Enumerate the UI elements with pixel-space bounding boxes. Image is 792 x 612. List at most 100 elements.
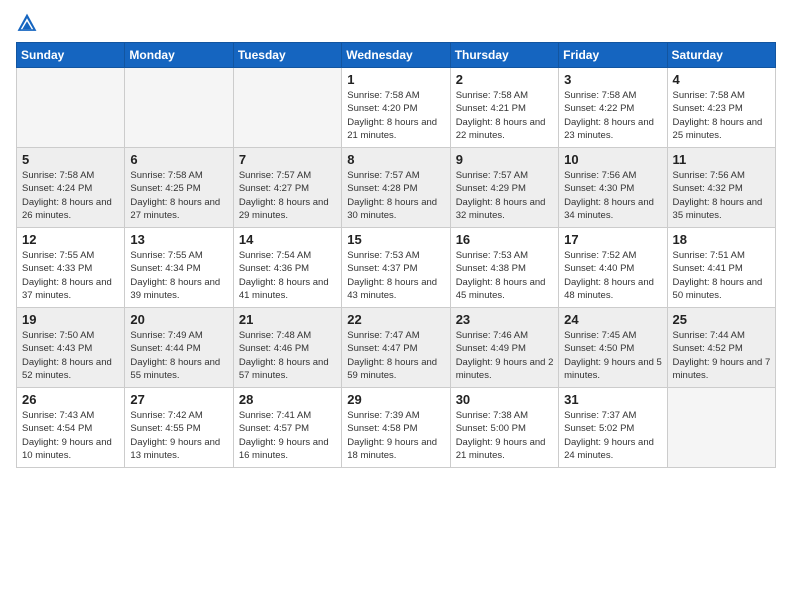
day-info: Sunrise: 7:58 AM Sunset: 4:23 PM Dayligh…: [673, 89, 771, 142]
calendar-cell: 8 Sunrise: 7:57 AM Sunset: 4:28 PM Daylig…: [342, 148, 450, 228]
day-number: 25: [673, 312, 771, 327]
day-info: Sunrise: 7:51 AM Sunset: 4:41 PM Dayligh…: [673, 249, 771, 302]
calendar-cell: 14 Sunrise: 7:54 AM Sunset: 4:36 PM Dayli…: [233, 228, 341, 308]
calendar-cell: 12 Sunrise: 7:55 AM Sunset: 4:33 PM Dayli…: [17, 228, 125, 308]
day-info: Sunrise: 7:58 AM Sunset: 4:20 PM Dayligh…: [347, 89, 445, 142]
day-number: 26: [22, 392, 120, 407]
day-info: Sunrise: 7:56 AM Sunset: 4:30 PM Dayligh…: [564, 169, 662, 222]
day-number: 4: [673, 72, 771, 87]
day-number: 6: [130, 152, 228, 167]
calendar-week-5: 26 Sunrise: 7:43 AM Sunset: 4:54 PM Dayli…: [17, 388, 776, 468]
day-info: Sunrise: 7:58 AM Sunset: 4:25 PM Dayligh…: [130, 169, 228, 222]
day-number: 29: [347, 392, 445, 407]
day-info: Sunrise: 7:37 AM Sunset: 5:02 PM Dayligh…: [564, 409, 662, 462]
day-info: Sunrise: 7:53 AM Sunset: 4:37 PM Dayligh…: [347, 249, 445, 302]
day-number: 23: [456, 312, 554, 327]
header-row: SundayMondayTuesdayWednesdayThursdayFrid…: [17, 43, 776, 68]
day-info: Sunrise: 7:58 AM Sunset: 4:24 PM Dayligh…: [22, 169, 120, 222]
day-info: Sunrise: 7:45 AM Sunset: 4:50 PM Dayligh…: [564, 329, 662, 382]
logo-icon: [16, 12, 38, 34]
day-info: Sunrise: 7:56 AM Sunset: 4:32 PM Dayligh…: [673, 169, 771, 222]
calendar-cell: 20 Sunrise: 7:49 AM Sunset: 4:44 PM Dayli…: [125, 308, 233, 388]
column-header-wednesday: Wednesday: [342, 43, 450, 68]
calendar-week-2: 5 Sunrise: 7:58 AM Sunset: 4:24 PM Daylig…: [17, 148, 776, 228]
day-number: 9: [456, 152, 554, 167]
day-number: 19: [22, 312, 120, 327]
calendar-cell: 24 Sunrise: 7:45 AM Sunset: 4:50 PM Dayli…: [559, 308, 667, 388]
day-info: Sunrise: 7:55 AM Sunset: 4:33 PM Dayligh…: [22, 249, 120, 302]
calendar-cell: 4 Sunrise: 7:58 AM Sunset: 4:23 PM Daylig…: [667, 68, 775, 148]
calendar-cell: 13Sunrise: 7:55 AM Sunset: 4:34 PM Dayli…: [125, 228, 233, 308]
header: [16, 12, 776, 34]
calendar-cell: 31 Sunrise: 7:37 AM Sunset: 5:02 PM Dayli…: [559, 388, 667, 468]
calendar-cell: 22Sunrise: 7:47 AM Sunset: 4:47 PM Dayli…: [342, 308, 450, 388]
column-header-monday: Monday: [125, 43, 233, 68]
calendar-week-3: 12 Sunrise: 7:55 AM Sunset: 4:33 PM Dayli…: [17, 228, 776, 308]
day-number: 28: [239, 392, 337, 407]
day-info: Sunrise: 7:42 AM Sunset: 4:55 PM Dayligh…: [130, 409, 228, 462]
day-info: Sunrise: 7:58 AM Sunset: 4:21 PM Dayligh…: [456, 89, 554, 142]
day-number: 1: [347, 72, 445, 87]
day-number: 5: [22, 152, 120, 167]
calendar-cell: 18 Sunrise: 7:51 AM Sunset: 4:41 PM Dayli…: [667, 228, 775, 308]
column-header-saturday: Saturday: [667, 43, 775, 68]
day-number: 20: [130, 312, 228, 327]
day-number: 16: [456, 232, 554, 247]
calendar-cell: 11 Sunrise: 7:56 AM Sunset: 4:32 PM Dayli…: [667, 148, 775, 228]
calendar-cell: 1 Sunrise: 7:58 AM Sunset: 4:20 PM Daylig…: [342, 68, 450, 148]
day-number: 11: [673, 152, 771, 167]
calendar-cell: [125, 68, 233, 148]
day-number: 7: [239, 152, 337, 167]
calendar-cell: 7 Sunrise: 7:57 AM Sunset: 4:27 PM Daylig…: [233, 148, 341, 228]
day-number: 10: [564, 152, 662, 167]
calendar-cell: 9 Sunrise: 7:57 AM Sunset: 4:29 PM Daylig…: [450, 148, 558, 228]
day-info: Sunrise: 7:43 AM Sunset: 4:54 PM Dayligh…: [22, 409, 120, 462]
day-info: Sunrise: 7:39 AM Sunset: 4:58 PM Dayligh…: [347, 409, 445, 462]
calendar-cell: 5 Sunrise: 7:58 AM Sunset: 4:24 PM Daylig…: [17, 148, 125, 228]
day-info: Sunrise: 7:55 AM Sunset: 4:34 PM Dayligh…: [130, 249, 228, 302]
day-info: Sunrise: 7:50 AM Sunset: 4:43 PM Dayligh…: [22, 329, 120, 382]
calendar-week-1: 1 Sunrise: 7:58 AM Sunset: 4:20 PM Daylig…: [17, 68, 776, 148]
calendar-cell: 25Sunrise: 7:44 AM Sunset: 4:52 PM Dayli…: [667, 308, 775, 388]
day-info: Sunrise: 7:49 AM Sunset: 4:44 PM Dayligh…: [130, 329, 228, 382]
day-number: 24: [564, 312, 662, 327]
calendar-cell: 16 Sunrise: 7:53 AM Sunset: 4:38 PM Dayli…: [450, 228, 558, 308]
column-header-sunday: Sunday: [17, 43, 125, 68]
day-info: Sunrise: 7:38 AM Sunset: 5:00 PM Dayligh…: [456, 409, 554, 462]
calendar-cell: 26 Sunrise: 7:43 AM Sunset: 4:54 PM Dayli…: [17, 388, 125, 468]
page: SundayMondayTuesdayWednesdayThursdayFrid…: [0, 0, 792, 612]
day-info: Sunrise: 7:46 AM Sunset: 4:49 PM Dayligh…: [456, 329, 554, 382]
day-info: Sunrise: 7:57 AM Sunset: 4:29 PM Dayligh…: [456, 169, 554, 222]
calendar-cell: 10 Sunrise: 7:56 AM Sunset: 4:30 PM Dayli…: [559, 148, 667, 228]
day-info: Sunrise: 7:41 AM Sunset: 4:57 PM Dayligh…: [239, 409, 337, 462]
day-number: 14: [239, 232, 337, 247]
day-info: Sunrise: 7:57 AM Sunset: 4:27 PM Dayligh…: [239, 169, 337, 222]
calendar-week-4: 19 Sunrise: 7:50 AM Sunset: 4:43 PM Dayli…: [17, 308, 776, 388]
calendar-cell: 21Sunrise: 7:48 AM Sunset: 4:46 PM Dayli…: [233, 308, 341, 388]
column-header-friday: Friday: [559, 43, 667, 68]
day-number: 22: [347, 312, 445, 327]
day-info: Sunrise: 7:48 AM Sunset: 4:46 PM Dayligh…: [239, 329, 337, 382]
calendar-cell: 19 Sunrise: 7:50 AM Sunset: 4:43 PM Dayli…: [17, 308, 125, 388]
day-number: 12: [22, 232, 120, 247]
day-info: Sunrise: 7:54 AM Sunset: 4:36 PM Dayligh…: [239, 249, 337, 302]
calendar-table: SundayMondayTuesdayWednesdayThursdayFrid…: [16, 42, 776, 468]
calendar-body: 1 Sunrise: 7:58 AM Sunset: 4:20 PM Daylig…: [17, 68, 776, 468]
day-info: Sunrise: 7:58 AM Sunset: 4:22 PM Dayligh…: [564, 89, 662, 142]
calendar-cell: 2 Sunrise: 7:58 AM Sunset: 4:21 PM Daylig…: [450, 68, 558, 148]
calendar-cell: 23 Sunrise: 7:46 AM Sunset: 4:49 PM Dayli…: [450, 308, 558, 388]
day-number: 17: [564, 232, 662, 247]
day-info: Sunrise: 7:53 AM Sunset: 4:38 PM Dayligh…: [456, 249, 554, 302]
calendar-cell: 17 Sunrise: 7:52 AM Sunset: 4:40 PM Dayli…: [559, 228, 667, 308]
day-number: 18: [673, 232, 771, 247]
calendar-cell: 15 Sunrise: 7:53 AM Sunset: 4:37 PM Dayli…: [342, 228, 450, 308]
day-number: 31: [564, 392, 662, 407]
column-header-tuesday: Tuesday: [233, 43, 341, 68]
day-number: 8: [347, 152, 445, 167]
calendar-cell: 28 Sunrise: 7:41 AM Sunset: 4:57 PM Dayli…: [233, 388, 341, 468]
day-number: 2: [456, 72, 554, 87]
calendar-cell: [233, 68, 341, 148]
day-number: 15: [347, 232, 445, 247]
day-info: Sunrise: 7:57 AM Sunset: 4:28 PM Dayligh…: [347, 169, 445, 222]
day-info: Sunrise: 7:52 AM Sunset: 4:40 PM Dayligh…: [564, 249, 662, 302]
